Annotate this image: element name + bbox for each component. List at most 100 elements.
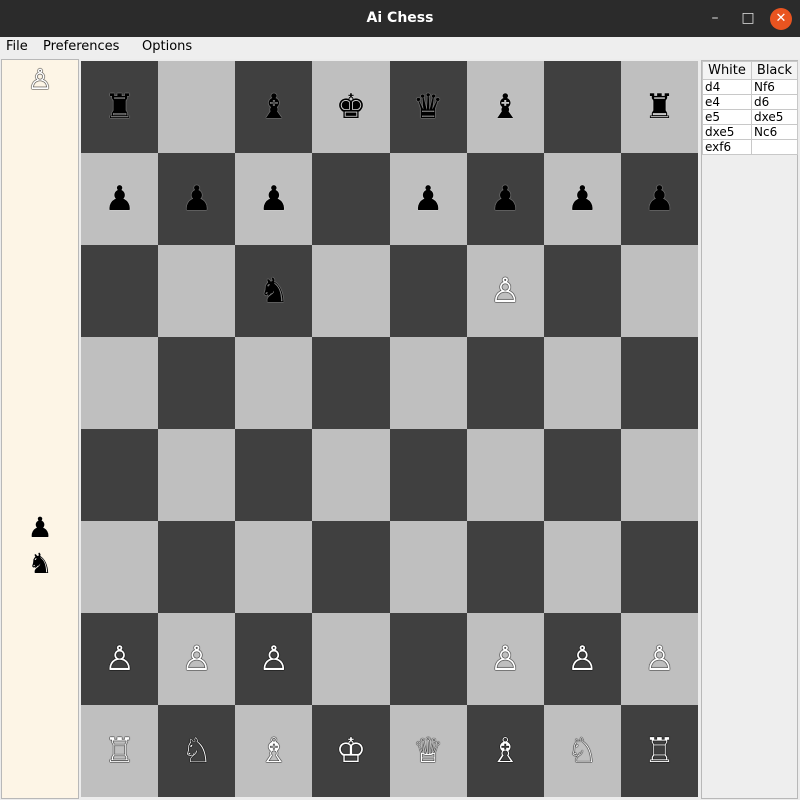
black-pawn-icon[interactable]: ♟ (413, 182, 443, 216)
square-3-3[interactable] (312, 337, 390, 429)
square-6-5[interactable]: ♙ (466, 613, 544, 705)
white-pawn-icon[interactable]: ♙ (490, 274, 520, 308)
square-6-3[interactable] (312, 613, 390, 705)
white-bishop-icon[interactable]: ♗ (490, 734, 520, 768)
square-4-5[interactable] (466, 429, 544, 521)
white-knight-icon[interactable]: ♘ (567, 734, 597, 768)
square-7-7[interactable]: ♖ (620, 705, 698, 797)
square-5-0[interactable] (81, 521, 159, 613)
white-bishop-icon[interactable]: ♗ (259, 734, 289, 768)
black-pawn-icon[interactable]: ♟ (104, 182, 134, 216)
black-pawn-icon[interactable]: ♟ (490, 182, 520, 216)
square-0-7[interactable]: ♜ (620, 61, 698, 153)
square-7-2[interactable]: ♗ (235, 705, 313, 797)
white-rook-icon[interactable]: ♖ (644, 734, 674, 768)
black-pawn-icon[interactable]: ♟ (567, 182, 597, 216)
black-bishop-icon[interactable]: ♝ (259, 90, 289, 124)
white-queen-icon[interactable]: ♕ (413, 734, 443, 768)
black-knight-icon[interactable]: ♞ (259, 274, 289, 308)
square-0-4[interactable]: ♛ (389, 61, 467, 153)
square-1-4[interactable]: ♟ (389, 153, 467, 245)
square-4-1[interactable] (158, 429, 236, 521)
square-1-0[interactable]: ♟ (81, 153, 159, 245)
white-pawn-icon[interactable]: ♙ (644, 642, 674, 676)
square-1-6[interactable]: ♟ (543, 153, 621, 245)
move-row[interactable]: dxe5 Nc6 (702, 124, 798, 140)
minimize-button[interactable]: – (703, 0, 727, 37)
white-move[interactable]: d4 (702, 79, 752, 95)
square-1-3[interactable] (312, 153, 390, 245)
square-6-2[interactable]: ♙ (235, 613, 313, 705)
black-move[interactable]: Nf6 (751, 79, 798, 95)
square-4-6[interactable] (543, 429, 621, 521)
square-4-7[interactable] (620, 429, 698, 521)
black-move[interactable] (751, 139, 798, 155)
square-5-7[interactable] (620, 521, 698, 613)
square-2-0[interactable] (81, 245, 159, 337)
square-5-1[interactable] (158, 521, 236, 613)
square-7-4[interactable]: ♕ (389, 705, 467, 797)
move-row[interactable]: e4 d6 (702, 94, 798, 110)
square-3-2[interactable] (235, 337, 313, 429)
square-2-5[interactable]: ♙ (466, 245, 544, 337)
white-move[interactable]: exf6 (702, 139, 752, 155)
square-3-5[interactable] (466, 337, 544, 429)
square-2-1[interactable] (158, 245, 236, 337)
square-0-2[interactable]: ♝ (235, 61, 313, 153)
white-pawn-icon[interactable]: ♙ (259, 642, 289, 676)
black-pawn-icon[interactable]: ♟ (181, 182, 211, 216)
square-1-1[interactable]: ♟ (158, 153, 236, 245)
square-2-6[interactable] (543, 245, 621, 337)
white-king-icon[interactable]: ♔ (336, 734, 366, 768)
square-0-6[interactable] (543, 61, 621, 153)
black-pawn-icon[interactable]: ♟ (644, 182, 674, 216)
square-3-4[interactable] (389, 337, 467, 429)
square-3-1[interactable] (158, 337, 236, 429)
black-king-icon[interactable]: ♚ (336, 90, 366, 124)
square-3-7[interactable] (620, 337, 698, 429)
square-6-4[interactable] (389, 613, 467, 705)
square-3-0[interactable] (81, 337, 159, 429)
column-header-black[interactable]: Black (751, 61, 798, 80)
column-header-white[interactable]: White (702, 61, 752, 80)
square-4-0[interactable] (81, 429, 159, 521)
square-2-3[interactable] (312, 245, 390, 337)
black-move[interactable]: dxe5 (751, 109, 798, 125)
white-pawn-icon[interactable]: ♙ (567, 642, 597, 676)
close-button[interactable]: ✕ (770, 8, 792, 30)
square-0-0[interactable]: ♜ (81, 61, 159, 153)
black-bishop-icon[interactable]: ♝ (490, 90, 520, 124)
square-4-3[interactable] (312, 429, 390, 521)
square-0-1[interactable] (158, 61, 236, 153)
move-row[interactable]: d4 Nf6 (702, 79, 798, 95)
square-6-6[interactable]: ♙ (543, 613, 621, 705)
square-5-3[interactable] (312, 521, 390, 613)
square-1-5[interactable]: ♟ (466, 153, 544, 245)
square-1-7[interactable]: ♟ (620, 153, 698, 245)
square-5-5[interactable] (466, 521, 544, 613)
black-move[interactable]: Nc6 (751, 124, 798, 140)
square-5-6[interactable] (543, 521, 621, 613)
white-knight-icon[interactable]: ♘ (181, 734, 211, 768)
square-1-2[interactable]: ♟ (235, 153, 313, 245)
black-pawn-icon[interactable]: ♟ (259, 182, 289, 216)
menu-file[interactable]: File (6, 37, 28, 59)
white-move[interactable]: e5 (702, 109, 752, 125)
white-pawn-icon[interactable]: ♙ (490, 642, 520, 676)
white-move[interactable]: e4 (702, 94, 752, 110)
square-7-0[interactable]: ♖ (81, 705, 159, 797)
white-move[interactable]: dxe5 (702, 124, 752, 140)
white-rook-icon[interactable]: ♖ (104, 734, 134, 768)
square-4-4[interactable] (389, 429, 467, 521)
square-2-2[interactable]: ♞ (235, 245, 313, 337)
square-7-3[interactable]: ♔ (312, 705, 390, 797)
square-5-4[interactable] (389, 521, 467, 613)
black-move[interactable]: d6 (751, 94, 798, 110)
square-5-2[interactable] (235, 521, 313, 613)
square-0-3[interactable]: ♚ (312, 61, 390, 153)
white-pawn-icon[interactable]: ♙ (181, 642, 211, 676)
square-3-6[interactable] (543, 337, 621, 429)
square-0-5[interactable]: ♝ (466, 61, 544, 153)
square-4-2[interactable] (235, 429, 313, 521)
black-rook-icon[interactable]: ♜ (104, 90, 134, 124)
